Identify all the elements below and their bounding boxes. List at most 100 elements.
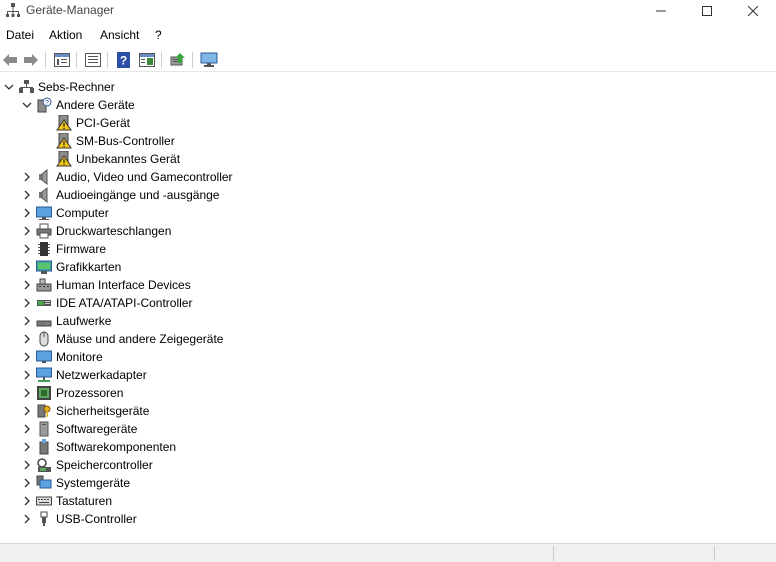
tree-category-sicherheitsgeraete[interactable]: Sicherheitsgeräte (22, 402, 149, 420)
tree-category-prozessoren[interactable]: Prozessoren (22, 384, 123, 402)
chevron-right-icon[interactable] (22, 406, 32, 416)
window-title: Geräte-Manager (26, 3, 115, 17)
tree-category-andere-geraete[interactable]: ? Andere Geräte (22, 96, 135, 114)
tree-category-label: Human Interface Devices (56, 278, 191, 292)
speaker-icon (36, 169, 52, 185)
chevron-right-icon[interactable] (22, 280, 32, 290)
toolbar-separator (192, 52, 193, 68)
chevron-right-icon[interactable] (22, 352, 32, 362)
toolbar: ? (0, 48, 776, 72)
tree-category-systemgeraete[interactable]: Systemgeräte (22, 474, 130, 492)
view-icon[interactable] (84, 51, 102, 69)
chevron-right-icon[interactable] (22, 334, 32, 344)
chevron-right-icon[interactable] (22, 190, 32, 200)
status-bar-divider (553, 546, 554, 561)
chevron-right-icon[interactable] (22, 460, 32, 470)
chevron-right-icon[interactable] (22, 298, 32, 308)
tree-category-softwarekomponenten[interactable]: Softwarekomponenten (22, 438, 176, 456)
properties-list-icon[interactable] (53, 51, 71, 69)
tree-category-monitore[interactable]: Monitore (22, 348, 103, 366)
tree-category-druckwarteschlangen[interactable]: Druckwarteschlangen (22, 222, 171, 240)
tree-category-hid[interactable]: Human Interface Devices (22, 276, 191, 294)
tree-category-computer[interactable]: Computer (22, 204, 109, 222)
chevron-right-icon[interactable] (22, 172, 32, 182)
printer-icon (36, 223, 52, 239)
tree-category-maeuse[interactable]: Mäuse und andere Zeigegeräte (22, 330, 223, 348)
tree-root-label: Sebs-Rechner (38, 80, 115, 94)
disk-drive-icon (36, 313, 52, 329)
back-icon[interactable] (1, 51, 19, 69)
chevron-right-icon[interactable] (22, 424, 32, 434)
help-icon[interactable]: ? (115, 51, 133, 69)
tree-category-label: USB-Controller (56, 512, 137, 526)
chevron-right-icon[interactable] (22, 442, 32, 452)
minimize-button[interactable] (638, 0, 684, 22)
tree-device-sm-bus-controller[interactable]: SM-Bus-Controller (56, 132, 175, 150)
chevron-right-icon[interactable] (22, 496, 32, 506)
svg-text:?: ? (120, 54, 127, 68)
ide-controller-icon (36, 295, 52, 311)
tree-root-sebs-rechner[interactable]: Sebs-Rechner (4, 78, 115, 96)
chevron-down-icon[interactable] (22, 100, 32, 110)
hid-icon (36, 277, 52, 293)
menu-datei[interactable]: Datei (6, 28, 34, 42)
tree-category-grafikkarten[interactable]: Grafikkarten (22, 258, 121, 276)
chevron-right-icon[interactable] (22, 262, 32, 272)
tree-category-label: Prozessoren (56, 386, 124, 400)
view-details-icon[interactable] (138, 51, 156, 69)
tree-category-label: Grafikkarten (56, 260, 122, 274)
chevron-right-icon[interactable] (22, 388, 32, 398)
storage-controller-icon (36, 457, 52, 473)
chevron-right-icon[interactable] (22, 478, 32, 488)
tree-category-label: Speichercontroller (56, 458, 153, 472)
warning-device-icon (56, 115, 72, 131)
computer-tree-icon (18, 79, 34, 95)
toolbar-separator (107, 52, 108, 68)
tree-category-speichercontroller[interactable]: Speichercontroller (22, 456, 153, 474)
status-bar-divider (714, 546, 715, 561)
close-button[interactable] (730, 0, 776, 22)
menu-aktion[interactable]: Aktion (49, 28, 82, 42)
tree-category-label: IDE ATA/ATAPI-Controller (56, 296, 193, 310)
device-manager-icon (6, 2, 20, 18)
maximize-button[interactable] (684, 0, 730, 22)
security-device-icon (36, 403, 52, 419)
chevron-right-icon[interactable] (22, 514, 32, 524)
monitor-icon (36, 349, 52, 365)
chevron-right-icon[interactable] (22, 244, 32, 254)
toolbar-separator (45, 52, 46, 68)
tree-device-label: PCI-Gerät (76, 116, 131, 130)
tree-category-label: Tastaturen (56, 494, 113, 508)
chevron-right-icon[interactable] (22, 316, 32, 326)
chevron-right-icon[interactable] (22, 370, 32, 380)
tree-category-label: Softwaregeräte (56, 422, 138, 436)
monitor-icon[interactable] (200, 51, 218, 69)
software-device-icon (36, 421, 52, 437)
system-device-icon (36, 475, 52, 491)
tree-category-laufwerke[interactable]: Laufwerke (22, 312, 111, 330)
usb-icon (36, 511, 52, 527)
tree-category-label: Softwarekomponenten (56, 440, 177, 454)
menu-ansicht[interactable]: Ansicht (100, 28, 139, 42)
tree-category-tastaturen[interactable]: Tastaturen (22, 492, 112, 510)
tree-category-label: Systemgeräte (56, 476, 131, 490)
tree-device-unbekanntes-geraet[interactable]: Unbekanntes Gerät (56, 150, 180, 168)
tree-category-firmware[interactable]: Firmware (22, 240, 106, 258)
menu-bar: Datei Aktion Ansicht ? (0, 26, 776, 44)
chevron-right-icon[interactable] (22, 208, 32, 218)
chevron-right-icon[interactable] (22, 226, 32, 236)
tree-category-netzwerkadapter[interactable]: Netzwerkadapter (22, 366, 147, 384)
forward-icon[interactable] (22, 51, 40, 69)
scan-hardware-icon[interactable] (169, 51, 187, 69)
tree-category-label: Firmware (56, 242, 106, 256)
tree-category-audio-video[interactable]: Audio, Video und Gamecontroller (22, 168, 233, 186)
tree-category-softwaregeraete[interactable]: Softwaregeräte (22, 420, 137, 438)
tree-category-ide-ata[interactable]: IDE ATA/ATAPI-Controller (22, 294, 192, 312)
tree-category-usb-controller[interactable]: USB-Controller (22, 510, 137, 528)
tree-category-audioeingaenge[interactable]: Audioeingänge und -ausgänge (22, 186, 219, 204)
chevron-down-icon[interactable] (4, 82, 14, 92)
tree-device-label: SM-Bus-Controller (76, 134, 175, 148)
menu-help[interactable]: ? (155, 28, 162, 42)
tree-device-pci-geraet[interactable]: PCI-Gerät (56, 114, 130, 132)
tree-category-label: Netzwerkadapter (56, 368, 147, 382)
